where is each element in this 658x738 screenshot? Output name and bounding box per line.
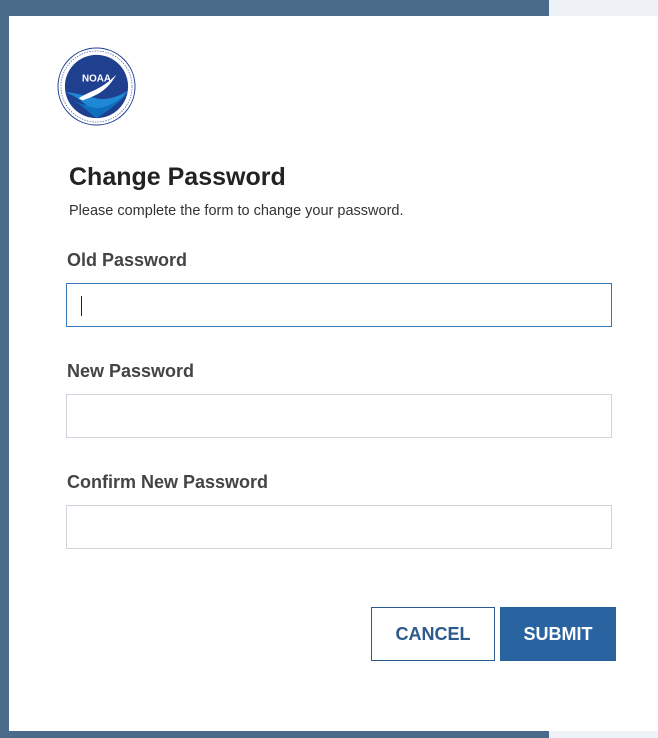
old-password-field[interactable] bbox=[66, 283, 612, 327]
old-password-label: Old Password bbox=[67, 250, 188, 270]
noaa-logo-text: NOAA bbox=[82, 74, 111, 85]
cancel-button[interactable]: CANCEL bbox=[371, 607, 495, 661]
page-subtitle: Please complete the form to change your … bbox=[69, 203, 404, 219]
new-password-field[interactable] bbox=[66, 394, 612, 438]
noaa-logo-icon: NOAA bbox=[57, 47, 136, 126]
submit-button[interactable]: SUBMIT bbox=[500, 607, 616, 661]
page-title: Change Password bbox=[69, 163, 286, 191]
confirm-password-field[interactable] bbox=[66, 505, 612, 549]
new-password-label: New Password bbox=[67, 361, 195, 381]
confirm-password-label: Confirm New Password bbox=[67, 472, 269, 492]
text-caret bbox=[81, 296, 82, 316]
